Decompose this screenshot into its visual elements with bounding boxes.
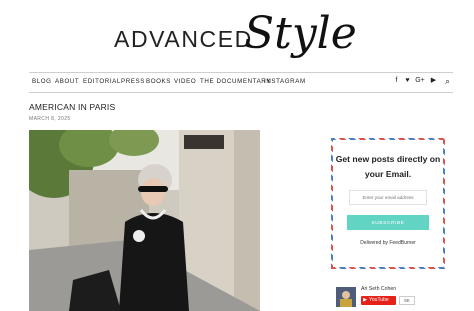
nav-item-video[interactable]: VIDEO: [174, 78, 196, 86]
logo-script: Style: [244, 8, 357, 59]
subscriber-count: 5K: [399, 296, 415, 305]
email-field[interactable]: [349, 190, 427, 205]
subscribe-button[interactable]: SUBSCRIBE: [347, 215, 429, 230]
youtube-subscribe-button[interactable]: ▶ YouTube: [361, 296, 396, 305]
post-photo[interactable]: [29, 130, 260, 311]
google-plus-icon[interactable]: G+: [414, 76, 426, 86]
nav-item-documentary[interactable]: THE DOCUMENTARY: [200, 78, 271, 86]
youtube-channel-name[interactable]: Ari Seth Cohen: [361, 286, 396, 292]
nav-item-blog[interactable]: BLOG: [32, 78, 52, 86]
nav-item-press[interactable]: PRESS: [121, 78, 145, 86]
youtube-icon[interactable]: ▶: [429, 76, 438, 86]
post-date: MARCH 8, 2025: [29, 116, 71, 122]
subscribe-widget: Get new posts directly on your Email. SU…: [331, 138, 445, 269]
search-icon[interactable]: ⌕: [443, 76, 452, 86]
logo-script-text: Style: [244, 8, 357, 59]
nav-bottom-divider: [29, 92, 453, 93]
site-logo[interactable]: ADVANCED Style: [0, 0, 474, 70]
subscribe-title: Get new posts directly on your Email.: [335, 154, 441, 179]
nav-item-about[interactable]: ABOUT: [55, 78, 79, 86]
twitter-icon[interactable]: ♥: [403, 76, 412, 86]
street-photo-illustration: [29, 130, 260, 311]
avatar-image: [336, 287, 356, 307]
facebook-icon[interactable]: f: [392, 76, 401, 86]
youtube-button-label: YouTube: [369, 297, 389, 303]
nav-item-books[interactable]: BOOKS: [146, 78, 171, 86]
main-nav: BLOG ABOUT EDITORIAL PRESS BOOKS VIDEO T…: [29, 72, 453, 92]
avatar[interactable]: [336, 287, 356, 307]
youtube-channel-widget: Ari Seth Cohen ▶ YouTube 5K: [336, 285, 446, 309]
post-title[interactable]: AMERICAN IN PARIS: [29, 102, 115, 112]
logo-wordmark: ADVANCED: [114, 26, 253, 52]
feedburner-credit[interactable]: Delivered by FeedBurner: [333, 240, 443, 246]
nav-item-instagram[interactable]: INSTAGRAM: [264, 78, 306, 86]
nav-item-editorial[interactable]: EDITORIAL: [83, 78, 121, 86]
youtube-logo-icon: ▶: [363, 297, 367, 303]
